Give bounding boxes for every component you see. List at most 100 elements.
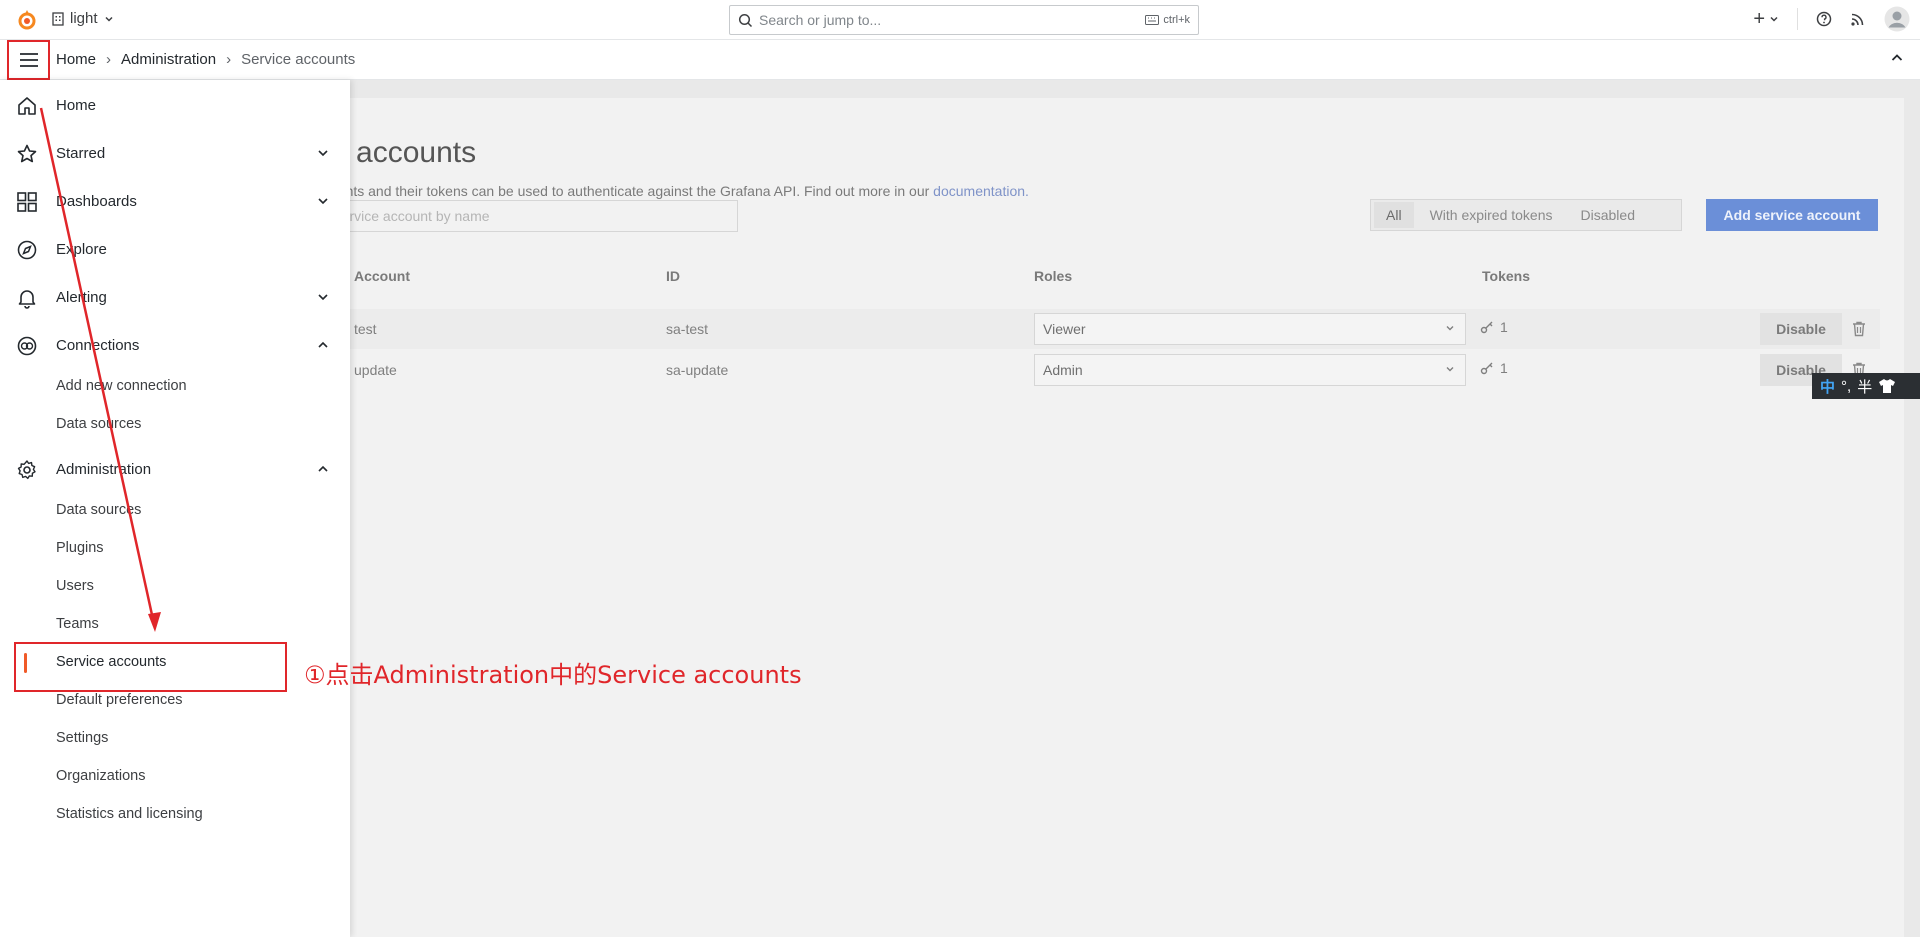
search-input[interactable]: Search or jump to... ctrl+k (729, 5, 1199, 35)
help-button[interactable] (1816, 11, 1832, 27)
key-icon (1480, 362, 1493, 375)
role-select[interactable]: Admin (1034, 354, 1466, 386)
nav-sub-organizations[interactable]: Organizations (56, 768, 145, 784)
nav-sub-plugins[interactable]: Plugins (56, 540, 104, 556)
trash-icon[interactable] (1852, 321, 1866, 337)
nav-label: Home (56, 96, 97, 114)
chevron-down-icon[interactable] (317, 195, 329, 207)
chevron-down-icon (1446, 326, 1454, 331)
filter-disabled[interactable]: Disabled (1569, 202, 1647, 228)
home-icon (18, 97, 36, 115)
annotation-highlight-box (14, 642, 287, 692)
menu-toggle-button[interactable] (7, 40, 50, 80)
nav-item-explore[interactable]: Explore (0, 229, 350, 269)
nav-label: Explore (56, 240, 107, 258)
role-select[interactable]: Viewer (1034, 313, 1466, 345)
chevron-up-icon[interactable] (317, 339, 329, 351)
nav-sub-settings[interactable]: Settings (56, 730, 108, 746)
mega-menu: Home Starred Dashboards Explore Alerting… (0, 80, 350, 937)
chevron-down-icon (1446, 367, 1454, 372)
token-count: 1 (1500, 360, 1508, 376)
filter-expired-tokens[interactable]: With expired tokens (1418, 202, 1565, 228)
chevron-up-icon (1891, 54, 1903, 61)
breadcrumb-home[interactable]: Home (56, 51, 96, 68)
nav-sub-default-preferences[interactable]: Default preferences (56, 692, 183, 708)
news-button[interactable] (1850, 11, 1866, 27)
table-row[interactable]: test sa-test Viewer 1 Disable (300, 309, 1880, 349)
plus-icon: + (1753, 7, 1765, 30)
nav-item-starred[interactable]: Starred (0, 133, 350, 173)
annotation-text: ①点击Administration中的Service accounts (304, 661, 802, 689)
ime-width[interactable]: 半 (1857, 376, 1872, 397)
top-right-actions: + (1753, 6, 1910, 32)
search-shortcut: ctrl+k (1145, 14, 1190, 26)
nav-sub-statistics-licensing[interactable]: Statistics and licensing (56, 806, 203, 822)
nav-item-alerting[interactable]: Alerting (0, 277, 350, 317)
nav-label: Starred (56, 144, 106, 162)
apps-icon (17, 192, 37, 212)
org-name: light (70, 10, 98, 27)
search-icon (738, 13, 753, 27)
breadcrumb-administration[interactable]: Administration (121, 51, 216, 68)
ime-toolbar[interactable]: 中 °, 半 (1812, 373, 1920, 399)
nav-sub-data-sources[interactable]: Data sources (56, 416, 141, 432)
chevron-down-icon[interactable] (317, 147, 329, 159)
column-header-tokens: Tokens (1482, 268, 1530, 284)
shirt-icon[interactable] (1878, 378, 1896, 394)
service-account-search-input[interactable]: h service account by name (312, 200, 738, 232)
chevron-down-icon (105, 16, 113, 22)
account-name[interactable]: update (354, 362, 397, 378)
breadcrumb-separator: › (106, 51, 112, 68)
documentation-link[interactable]: documentation. (933, 183, 1029, 199)
tokens-cell: 1 (1480, 319, 1508, 335)
org-switcher[interactable]: light (52, 10, 114, 27)
ime-language[interactable]: 中 (1820, 376, 1835, 397)
role-value: Viewer (1043, 321, 1086, 337)
star-icon (17, 144, 37, 163)
account-id: sa-test (666, 321, 709, 337)
profile-button[interactable] (1884, 6, 1910, 32)
nav-item-dashboards[interactable]: Dashboards (0, 181, 350, 221)
keyboard-icon (1145, 15, 1160, 25)
breadcrumb: Home › Administration › Service accounts (56, 51, 355, 68)
search-shortcut-text: ctrl+k (1163, 14, 1190, 26)
description-text: ccounts and their tokens can be used to … (316, 183, 930, 199)
connections-icon (17, 336, 37, 356)
add-new-button[interactable]: + (1753, 8, 1779, 31)
breadcrumb-separator: › (226, 51, 232, 68)
nav-label: Alerting (56, 288, 107, 306)
add-service-account-button[interactable]: Add service account (1706, 199, 1878, 231)
help-icon (1816, 11, 1832, 27)
search-placeholder: Search or jump to... (759, 12, 882, 28)
top-bar: light Search or jump to... ctrl+k + (0, 0, 1920, 40)
nav-sub-add-new-connection[interactable]: Add new connection (56, 378, 187, 394)
ime-punctuation[interactable]: °, (1841, 378, 1851, 395)
key-icon (1480, 321, 1493, 334)
disable-button[interactable]: Disable (1760, 313, 1842, 345)
divider (1797, 8, 1798, 30)
avatar (1884, 6, 1910, 32)
chevron-down-icon[interactable] (317, 291, 329, 303)
chevron-up-icon[interactable] (317, 463, 329, 475)
column-header-roles: Roles (1034, 268, 1073, 284)
compass-icon (17, 240, 37, 260)
bell-icon (18, 290, 36, 309)
nav-item-home[interactable]: Home (0, 85, 350, 125)
nav-item-administration[interactable]: Administration (0, 449, 350, 489)
building-icon (52, 11, 64, 26)
nav-sub-users[interactable]: Users (56, 578, 94, 594)
breadcrumb-bar: Home › Administration › Service accounts (0, 40, 1920, 80)
column-header-account: Account (354, 268, 410, 284)
filter-all[interactable]: All (1374, 202, 1414, 228)
rss-icon (1851, 13, 1864, 26)
nav-label: Dashboards (56, 192, 137, 210)
account-name[interactable]: test (354, 321, 377, 337)
role-value: Admin (1043, 362, 1083, 378)
collapse-button[interactable] (1890, 51, 1904, 70)
table-row[interactable]: update sa-update Admin 1 Disable (300, 350, 1880, 390)
nav-item-connections[interactable]: Connections (0, 325, 350, 365)
gear-icon (17, 460, 36, 480)
nav-sub-teams[interactable]: Teams (56, 616, 99, 632)
nav-sub-admin-data-sources[interactable]: Data sources (56, 502, 141, 518)
grafana-logo-icon[interactable] (16, 9, 38, 31)
